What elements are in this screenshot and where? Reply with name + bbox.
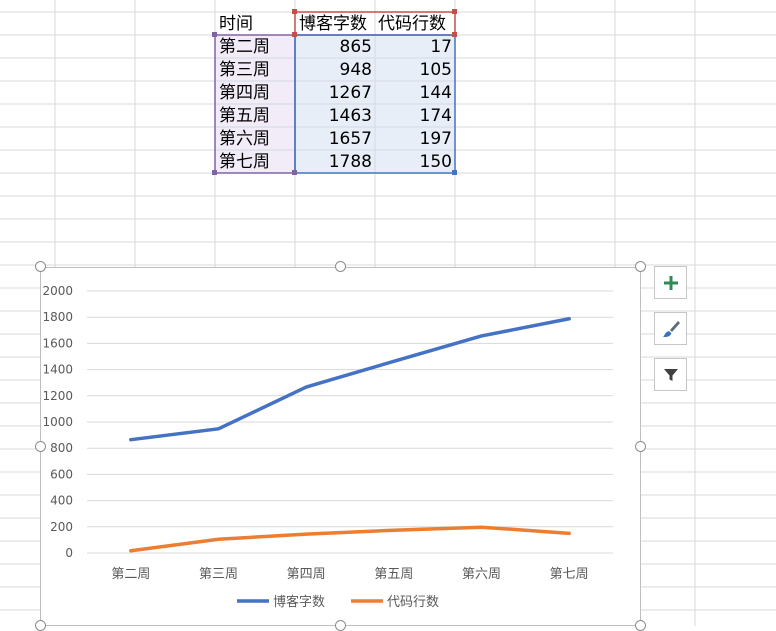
cell-period: 第五周	[219, 106, 270, 126]
filter-icon	[663, 368, 678, 381]
cell-blog-words: 1657	[328, 129, 372, 149]
chart-filters-button[interactable]	[654, 358, 687, 391]
chart-resize-handle-tr[interactable]	[635, 261, 646, 272]
legend-label: 代码行数	[387, 595, 439, 610]
y-tick-label: 400	[50, 494, 73, 508]
cell-blog-words: 1267	[328, 83, 372, 103]
plus-icon	[663, 275, 678, 290]
y-tick-label: 1800	[42, 310, 73, 324]
chart-resize-handle-mr[interactable]	[635, 441, 646, 452]
y-tick-label: 600	[50, 467, 73, 481]
cell-blog-words: 865	[339, 37, 372, 57]
cell-period: 第二周	[219, 37, 270, 57]
cell-code-lines: 150	[419, 152, 452, 172]
header-blog-words: 博客字数	[299, 14, 367, 34]
chart-resize-handle-ml[interactable]	[35, 441, 46, 452]
cell-blog-words: 1788	[328, 152, 372, 172]
x-tick-label: 第六周	[462, 567, 501, 582]
paintbrush-icon	[662, 320, 680, 337]
cell-period: 第四周	[219, 83, 270, 103]
y-tick-label: 1400	[42, 363, 73, 377]
cell-blog-words: 948	[339, 60, 372, 80]
cell-blog-words: 1463	[328, 106, 372, 126]
chart-elements-button[interactable]	[654, 266, 687, 299]
legend-label: 博客字数	[273, 594, 325, 610]
cell-code-lines: 105	[419, 60, 452, 80]
x-tick-label: 第五周	[374, 567, 413, 582]
line-chart[interactable]: 0 200 400 600 800 1000 1200 1400 1600 1800 2000 第二周…	[40, 267, 641, 626]
cell-period: 第三周	[219, 60, 270, 80]
cell-code-lines: 17	[430, 37, 452, 57]
chart-plot-area: 0 200 400 600 800 1000 1200 1400 1600 1800 2000 第二周…	[42, 284, 613, 610]
chart-resize-handle-tl[interactable]	[35, 261, 46, 272]
chart-resize-handle-tc[interactable]	[335, 261, 346, 272]
y-tick-label: 200	[50, 520, 73, 534]
cell-period: 第七周	[219, 152, 270, 172]
x-tick-label: 第二周	[111, 567, 150, 582]
x-tick-label: 第七周	[550, 567, 589, 582]
cell-code-lines: 174	[419, 106, 452, 126]
cell-period: 第六周	[219, 129, 270, 149]
chart-styles-button[interactable]	[654, 312, 687, 345]
header-period: 时间	[219, 14, 253, 34]
x-tick-label: 第四周	[287, 567, 326, 582]
y-tick-label: 1000	[42, 415, 73, 429]
y-tick-label: 0	[65, 546, 73, 560]
cell-code-lines: 197	[419, 129, 452, 149]
header-code-lines: 代码行数	[378, 14, 446, 34]
series-line-2[interactable]	[129, 525, 571, 553]
y-tick-label: 2000	[42, 284, 73, 298]
x-tick-label: 第三周	[199, 567, 238, 582]
cell-code-lines: 144	[419, 83, 452, 103]
y-tick-label: 1200	[42, 389, 73, 403]
y-tick-label: 1600	[42, 336, 73, 350]
y-tick-label: 800	[50, 441, 73, 455]
